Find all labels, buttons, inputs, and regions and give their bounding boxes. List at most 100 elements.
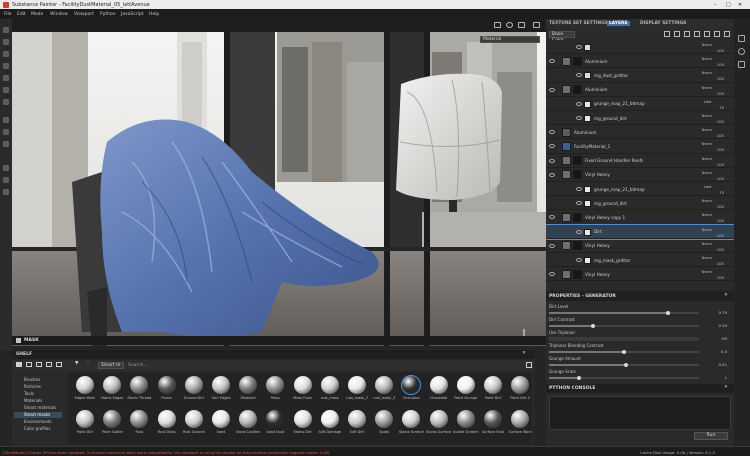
layer-opacity[interactable]: 100 [717, 176, 724, 181]
layer-row[interactable]: mg_ground_dirt Norm 100 [546, 196, 734, 211]
layer-opacity[interactable]: 100 [717, 91, 724, 96]
shelf-settings-icon[interactable] [56, 362, 62, 367]
smart-mask-thumbnail[interactable] [103, 376, 122, 394]
menu-window[interactable]: Window [50, 12, 68, 17]
smart-mask-thumbnail[interactable] [157, 410, 176, 428]
smart-mask-thumbnail[interactable] [348, 376, 366, 394]
paint-tool-icon[interactable] [3, 27, 9, 33]
visibility-eye-icon[interactable] [549, 215, 555, 220]
menu-javascript[interactable]: JavaScript [121, 12, 144, 17]
minimize-icon[interactable]: – [714, 2, 717, 8]
visibility-eye-icon[interactable] [576, 258, 582, 262]
smart-mask-thumbnail[interactable] [103, 410, 122, 428]
help-tool-icon[interactable] [3, 189, 9, 195]
property-slider[interactable] [549, 310, 699, 315]
smart-mask-thumbnail[interactable] [320, 410, 339, 428]
smart-mask-thumbnail[interactable] [157, 376, 176, 394]
delete-layer-icon[interactable] [724, 31, 730, 37]
smart-mask-thumbnail[interactable] [266, 410, 285, 428]
slider-handle[interactable] [622, 349, 626, 354]
visibility-eye-icon[interactable] [549, 172, 555, 177]
layer-row[interactable]: Aluminium Norm 100 [546, 125, 734, 140]
menu-python[interactable]: Python [100, 12, 116, 17]
eraser-tool-icon[interactable] [3, 39, 9, 45]
layer-row[interactable]: Aluminium Norm 100 [546, 54, 734, 69]
history-icon[interactable] [738, 48, 745, 55]
tab-display-settings[interactable]: DISPLAY SETTINGS [640, 21, 686, 26]
smart-mask-thumbnail[interactable] [511, 410, 530, 428]
visibility-eye-icon[interactable] [576, 187, 582, 191]
smart-mask-thumbnail[interactable] [184, 410, 203, 428]
layer-blend-mode[interactable]: Norm [702, 113, 712, 118]
add-folder-icon[interactable] [704, 31, 710, 37]
layer-blend-mode[interactable]: Norm [702, 255, 712, 260]
close-icon[interactable]: ✕ [738, 2, 742, 8]
run-button[interactable]: Run [694, 432, 728, 440]
view-cube-icon[interactable] [518, 22, 525, 28]
category-materials[interactable]: Materials [14, 398, 62, 404]
layer-name[interactable]: Vinyl Heavy [585, 272, 610, 277]
new-resource-icon[interactable] [26, 362, 32, 367]
layer-blend-mode[interactable]: Norm [702, 227, 712, 232]
properties-close-icon[interactable]: ✕ [724, 293, 728, 298]
layer-row[interactable]: Vinyl Heavy Norm 100 [546, 239, 734, 253]
smart-mask-thumbnail[interactable] [402, 410, 421, 428]
layer-name[interactable]: mg_dust_grditor [594, 73, 628, 78]
layer-row[interactable]: Vinyl Heavy Norm 100 [546, 168, 734, 182]
smart-mask-thumbnail[interactable] [184, 376, 203, 394]
category-smart-masks[interactable]: Smart masks [14, 412, 62, 418]
category-smart-materials[interactable]: Smart materials [14, 405, 62, 411]
property-slider[interactable] [549, 349, 699, 354]
layer-name[interactable]: mg_ground_dirt [594, 201, 627, 206]
smart-mask-thumbnail[interactable] [401, 375, 422, 395]
layer-row[interactable]: grunge_map_21_bitmap Lder 75 [546, 182, 734, 197]
layer-row[interactable]: mg_ground_dirt Norm 100 [546, 111, 734, 126]
layer-name[interactable]: Dirt [594, 229, 602, 234]
layer-name[interactable]: Vinyl Heavy copy 1 [585, 215, 625, 220]
visibility-eye-icon[interactable] [576, 101, 582, 106]
shelf-search-input[interactable]: Search... [128, 363, 148, 368]
visibility-eye-icon[interactable] [576, 229, 582, 234]
grid-view-icon[interactable] [526, 362, 532, 368]
render-tool-icon[interactable] [3, 141, 9, 147]
layer-name[interactable]: grunge_map_21_bitmap [594, 187, 645, 192]
mask-icon[interactable] [16, 338, 21, 343]
screenshot-camera-icon[interactable] [533, 22, 540, 28]
visibility-eye-icon[interactable] [549, 243, 555, 248]
layer-opacity[interactable]: 100 [717, 275, 724, 280]
layer-opacity[interactable]: 75 [719, 105, 724, 110]
layer-row[interactable]: mg_mask_grditor Norm 100 [546, 253, 734, 268]
layer-blend-mode[interactable]: Norm [702, 212, 712, 217]
filter-icon[interactable]: ▼ [75, 361, 78, 366]
python-console-output[interactable] [549, 396, 731, 430]
layer-opacity[interactable]: 100 [717, 147, 724, 152]
color-picker-icon[interactable] [3, 99, 9, 105]
slider-handle[interactable] [665, 310, 670, 315]
viewer-settings-icon[interactable] [738, 61, 745, 68]
clone-tool-icon[interactable] [3, 87, 9, 93]
layer-blend-mode[interactable]: Norm [702, 170, 712, 175]
category-color-profiles[interactable]: Color profiles [14, 426, 62, 432]
smart-mask-thumbnail[interactable] [130, 376, 149, 394]
property-value[interactable]: 0.29 [719, 323, 727, 328]
property-value[interactable]: Off [721, 336, 727, 341]
layer-opacity[interactable]: 100 [717, 133, 724, 138]
layer-name[interactable]: mg_mask_grditor [594, 258, 630, 263]
smart-mask-thumbnail[interactable] [456, 376, 475, 394]
hide-icon[interactable] [46, 362, 52, 367]
layer-blend-mode[interactable]: Norm [702, 269, 712, 274]
layer-blend-mode[interactable]: Norm [702, 56, 712, 61]
visibility-eye-icon[interactable] [576, 201, 582, 206]
layer-row[interactable]: Vinyl Heavy copy 1 Norm 100 [546, 210, 734, 225]
visibility-eye-icon[interactable] [576, 73, 582, 78]
menu-edit[interactable]: Edit [17, 12, 26, 17]
viewport-material-dropdown[interactable]: Material [480, 36, 540, 43]
folder-icon[interactable] [16, 362, 22, 367]
smart-mask-thumbnail[interactable] [484, 376, 502, 394]
favorite-icon[interactable]: ♡ [86, 361, 90, 366]
layer-blend-mode[interactable]: Lder [704, 184, 712, 189]
smart-mask-thumbnail[interactable] [239, 376, 258, 394]
visibility-eye-icon[interactable] [549, 144, 555, 149]
layer-name[interactable]: mg_ground_dirt [594, 116, 627, 121]
layer-row[interactable]: Dirt Norm 100 [546, 223, 734, 240]
